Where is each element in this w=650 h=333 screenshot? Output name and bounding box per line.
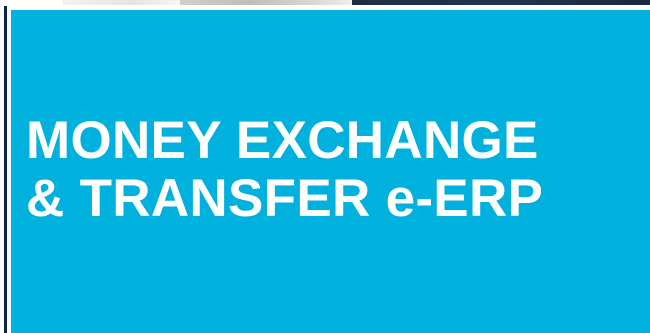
hero-panel: MONEY EXCHANGE & TRANSFER e-ERP bbox=[11, 10, 650, 333]
hero-title: MONEY EXCHANGE & TRANSFER e-ERP bbox=[26, 112, 543, 228]
separator bbox=[0, 5, 650, 8]
page: MONEY EXCHANGE & TRANSFER e-ERP bbox=[0, 0, 650, 333]
hero-title-line-2: & TRANSFER e-ERP bbox=[26, 169, 544, 228]
hero-title-line-1: MONEY EXCHANGE bbox=[26, 111, 539, 170]
